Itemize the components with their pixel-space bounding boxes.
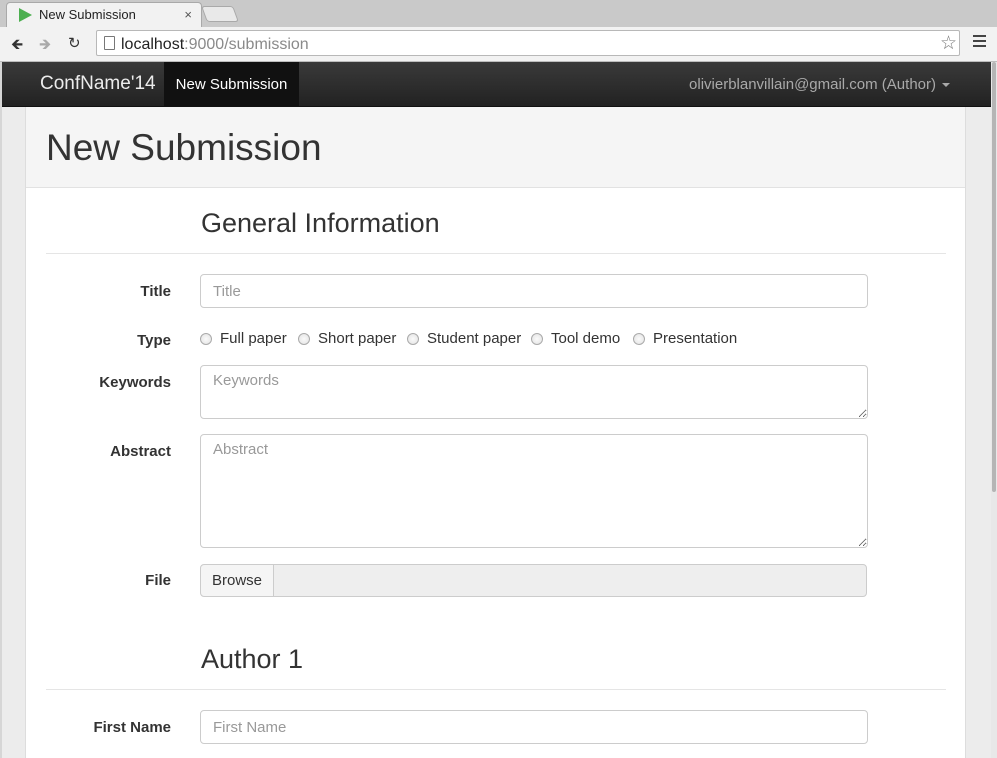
browser-toolbar: 🡸 🡺 ↻ localhost:9000/submission ☆: [0, 27, 997, 62]
app-navbar: ConfName'14 New Submission olivierblanvi…: [2, 62, 993, 107]
page-header: New Submission: [26, 107, 965, 188]
page-title: New Submission: [46, 127, 322, 168]
forward-arrow-icon[interactable]: 🡺: [39, 34, 51, 59]
radio-icon[interactable]: [531, 333, 543, 345]
browser-tabstrip: New Submission ×: [0, 0, 997, 27]
browser-tab[interactable]: New Submission ×: [6, 2, 202, 27]
abstract-label: Abstract: [110, 443, 171, 460]
new-tab-button[interactable]: [201, 6, 239, 22]
tab-close-icon[interactable]: ×: [184, 7, 192, 22]
file-input[interactable]: Browse: [200, 564, 867, 597]
brand-link[interactable]: ConfName'14: [40, 73, 156, 95]
radio-icon[interactable]: [633, 333, 645, 345]
divider: [46, 253, 946, 254]
page-viewport: New Submission General Information Title…: [2, 107, 991, 758]
content-panel: New Submission General Information Title…: [25, 107, 966, 758]
browser-menu-icon[interactable]: [973, 35, 986, 50]
address-bar[interactable]: localhost:9000/submission ☆: [96, 30, 960, 56]
radio-icon[interactable]: [200, 333, 212, 345]
page-icon: [104, 36, 115, 50]
radio-icon[interactable]: [298, 333, 310, 345]
author-1-heading: Author 1: [201, 644, 304, 674]
title-input[interactable]: [200, 274, 868, 308]
nav-new-submission[interactable]: New Submission: [164, 62, 299, 107]
keywords-label: Keywords: [99, 374, 171, 391]
scrollbar-thumb[interactable]: [992, 62, 996, 492]
divider: [46, 689, 946, 690]
reload-icon[interactable]: ↻: [68, 34, 81, 52]
file-label: File: [145, 572, 171, 589]
keywords-input[interactable]: [200, 365, 868, 419]
caret-down-icon: [942, 83, 950, 88]
browse-button[interactable]: Browse: [201, 565, 274, 596]
first-name-input[interactable]: [200, 710, 868, 744]
type-label: Type: [137, 332, 171, 349]
abstract-input[interactable]: [200, 434, 868, 548]
title-label: Title: [140, 283, 171, 300]
user-dropdown[interactable]: olivierblanvillain@gmail.com (Author): [689, 76, 950, 93]
bookmark-star-icon[interactable]: ☆: [940, 32, 957, 55]
scrollbar[interactable]: [991, 62, 997, 758]
play-favicon-icon: [19, 8, 32, 22]
first-name-label: First Name: [93, 719, 171, 736]
back-arrow-icon[interactable]: 🡸: [11, 34, 23, 59]
url-text: localhost:9000/submission: [121, 36, 309, 53]
general-information-heading: General Information: [201, 208, 440, 238]
radio-icon[interactable]: [407, 333, 419, 345]
tab-title: New Submission: [39, 7, 136, 22]
